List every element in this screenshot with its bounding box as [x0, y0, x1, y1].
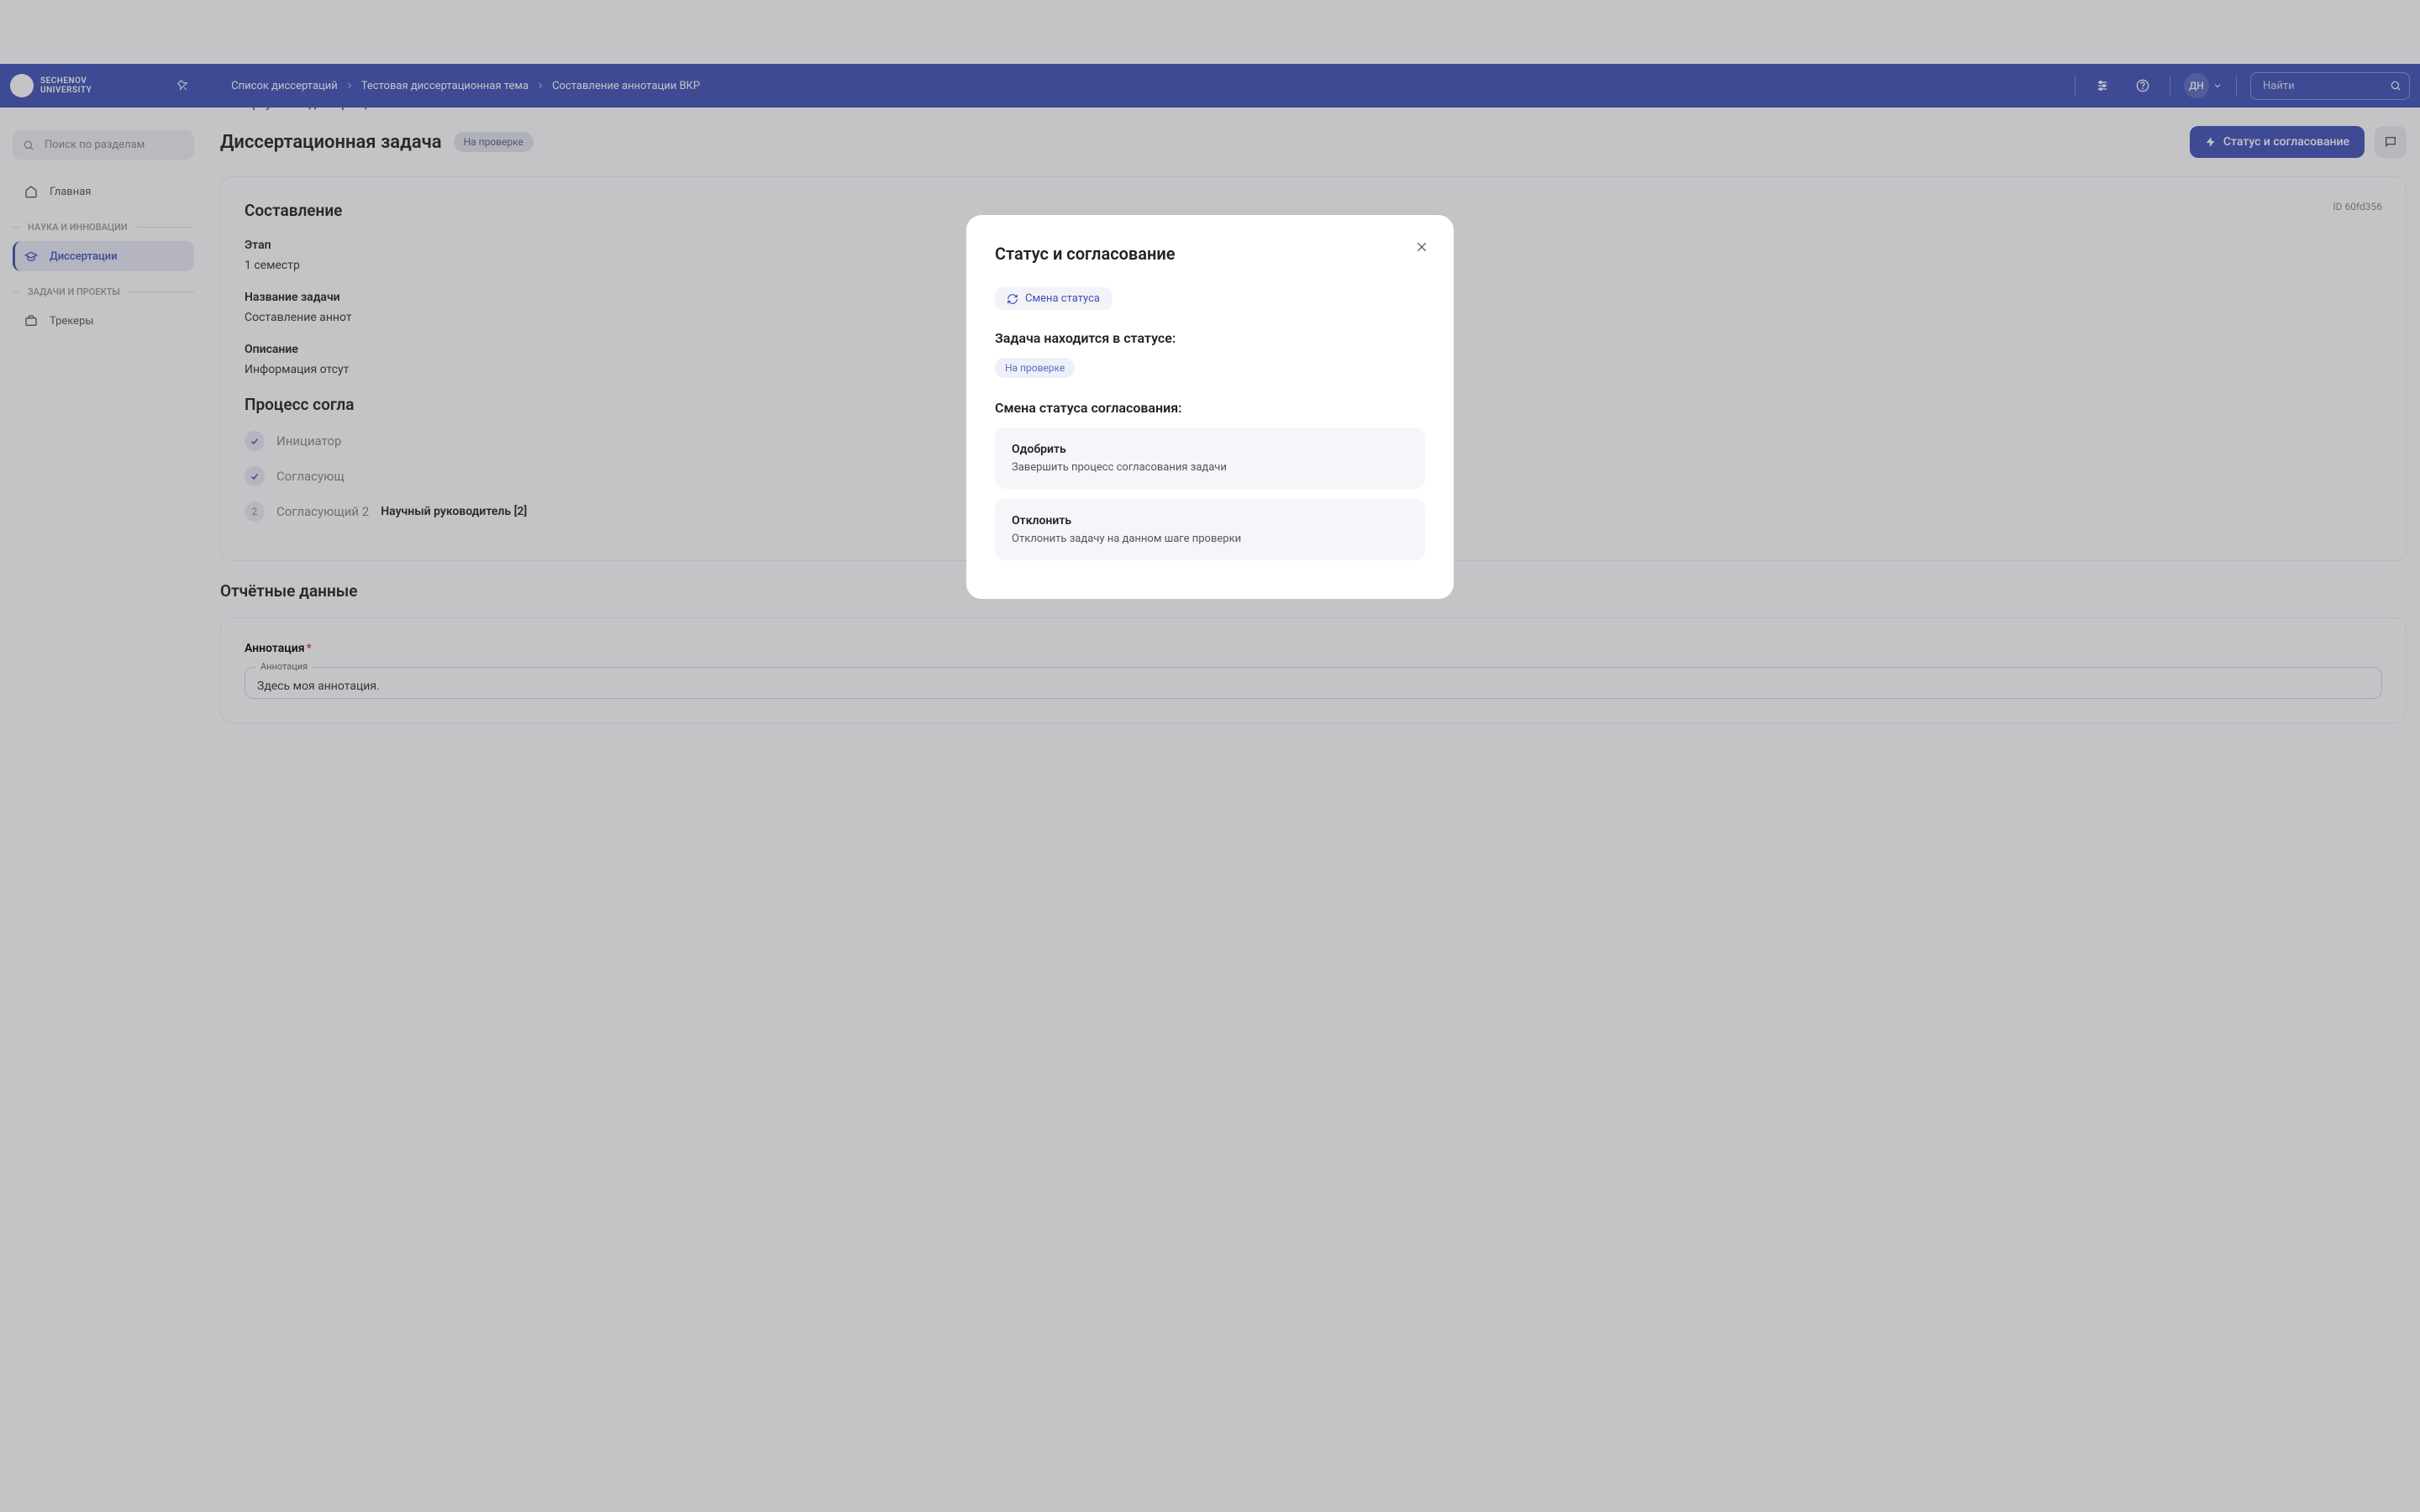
refresh-icon	[1007, 293, 1018, 305]
button-label: Смена статуса	[1025, 292, 1100, 305]
modal-title: Статус и согласование	[995, 244, 1425, 264]
status-badge: На проверке	[995, 358, 1075, 378]
modal-subtitle: Смена статуса согласования:	[995, 400, 1425, 416]
reject-action[interactable]: Отклонить Отклонить задачу на данном шаг…	[995, 499, 1425, 560]
modal-subtitle: Задача находится в статусе:	[995, 330, 1425, 346]
change-status-button[interactable]: Смена статуса	[995, 287, 1112, 310]
action-title: Отклонить	[1012, 514, 1408, 528]
modal-overlay[interactable]: Статус и согласование Смена статуса Зада…	[0, 0, 2420, 1512]
status-modal: Статус и согласование Смена статуса Зада…	[966, 215, 1454, 599]
action-desc: Завершить процесс согласования задачи	[1012, 461, 1408, 474]
action-desc: Отклонить задачу на данном шаге проверки	[1012, 533, 1408, 545]
approve-action[interactable]: Одобрить Завершить процесс согласования …	[995, 428, 1425, 489]
close-icon[interactable]	[1415, 240, 1428, 254]
action-title: Одобрить	[1012, 443, 1408, 456]
